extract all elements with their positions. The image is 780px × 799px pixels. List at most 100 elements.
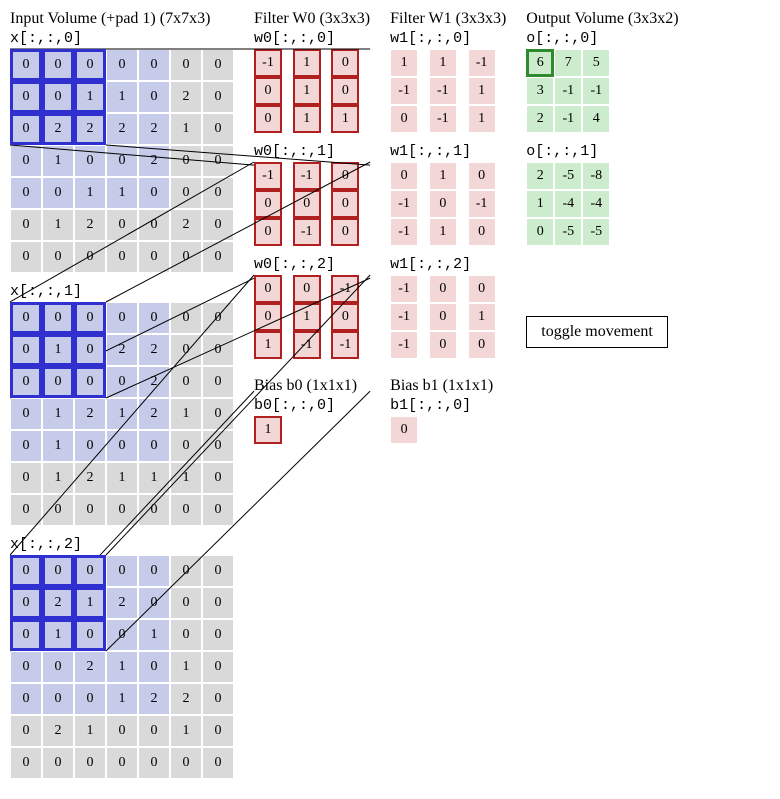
cell: -1: [390, 331, 418, 359]
cell: 0: [202, 462, 234, 494]
cell: 0: [10, 366, 42, 398]
cell: 2: [170, 209, 202, 241]
toggle-movement-button[interactable]: toggle movement: [526, 316, 668, 348]
cell: 0: [468, 331, 496, 359]
cell: 0: [74, 494, 106, 526]
cell: 0: [10, 651, 42, 683]
b1-title: Bias b1 (1x1x1): [390, 377, 506, 395]
cell: 0: [202, 747, 234, 779]
cell: 0: [429, 275, 457, 303]
cell: 1: [106, 683, 138, 715]
cell: 1: [170, 462, 202, 494]
out-title: Output Volume (3x3x2): [526, 10, 678, 28]
label-b1: b1[:,:,0]: [390, 397, 506, 414]
cell: 0: [138, 651, 170, 683]
cell: 0: [331, 190, 359, 218]
cell: 2: [42, 587, 74, 619]
cell: -1: [468, 190, 496, 218]
bias-b1-grid: 0: [390, 416, 506, 444]
cell: 0: [106, 145, 138, 177]
cell: 0: [293, 275, 321, 303]
cell: 0: [170, 366, 202, 398]
cell: 2: [526, 162, 554, 190]
cell: 2: [74, 398, 106, 430]
cell: 0: [138, 177, 170, 209]
w1-grid-2: -100-101-100: [390, 275, 506, 359]
cell: 0: [202, 398, 234, 430]
cell: 0: [254, 218, 282, 246]
cell: 0: [254, 77, 282, 105]
cell: 0: [202, 241, 234, 273]
bias-b0-grid: 1: [254, 416, 370, 444]
cell: -1: [390, 190, 418, 218]
cell: -1: [254, 49, 282, 77]
cell: 0: [170, 241, 202, 273]
cell: 2: [74, 209, 106, 241]
cell: 1: [293, 303, 321, 331]
cell: 2: [138, 398, 170, 430]
cell: 0: [202, 651, 234, 683]
cell: -1: [429, 105, 457, 133]
cell: 0: [10, 555, 42, 587]
cell: 0: [10, 715, 42, 747]
w1-grid-1: 010-10-1-110: [390, 162, 506, 246]
cell: 0: [42, 494, 74, 526]
cell: 0: [10, 334, 42, 366]
cell: -8: [582, 162, 610, 190]
cell: 7: [554, 49, 582, 77]
cell: 0: [106, 366, 138, 398]
cell: 1: [293, 49, 321, 77]
cell: 0: [10, 49, 42, 81]
cell: 0: [138, 302, 170, 334]
cell: 0: [106, 302, 138, 334]
cell: -1: [429, 77, 457, 105]
cell: 0: [202, 619, 234, 651]
cell: 0: [331, 162, 359, 190]
cell: 0: [202, 145, 234, 177]
label-w01: w0[:,:,1]: [254, 143, 370, 160]
cell: 0: [202, 209, 234, 241]
cell: -5: [582, 218, 610, 246]
cell: 0: [42, 366, 74, 398]
cell: 0: [42, 747, 74, 779]
cell: 2: [138, 334, 170, 366]
cell: 5: [582, 49, 610, 77]
cell: 1: [170, 398, 202, 430]
w1-title: Filter W1 (3x3x3): [390, 10, 506, 28]
label-x1: x[:,:,1]: [10, 283, 234, 300]
w0-title: Filter W0 (3x3x3): [254, 10, 370, 28]
cell: 0: [10, 747, 42, 779]
cell: 0: [390, 162, 418, 190]
cell: 0: [202, 113, 234, 145]
cell: 2: [106, 334, 138, 366]
cell: 2: [526, 105, 554, 133]
cell: 0: [170, 430, 202, 462]
cell: 0: [202, 49, 234, 81]
cell: 1: [74, 715, 106, 747]
cell: 0: [106, 209, 138, 241]
label-o1: o[:,:,1]: [526, 143, 598, 160]
cell: 1: [106, 81, 138, 113]
cell: 1: [74, 587, 106, 619]
cell: 1: [42, 430, 74, 462]
label-b0: b0[:,:,0]: [254, 397, 370, 414]
cell: -1: [582, 77, 610, 105]
cell: 0: [74, 555, 106, 587]
cell: 0: [202, 302, 234, 334]
label-w00: w0[:,:,0]: [254, 30, 370, 47]
cell: 2: [138, 113, 170, 145]
cell: 0: [106, 619, 138, 651]
cell: 0: [10, 177, 42, 209]
cell: 1: [106, 398, 138, 430]
cell: 0: [468, 275, 496, 303]
input-grid-x0: 0000000001102002222100100200001100001200…: [10, 49, 234, 273]
cell: 1: [42, 619, 74, 651]
cell: 0: [390, 416, 418, 444]
label-x0: x[:,:,0]: [10, 30, 234, 47]
cell: 1: [138, 619, 170, 651]
cell: 0: [170, 494, 202, 526]
cell: 1: [526, 190, 554, 218]
cell: 0: [138, 49, 170, 81]
w0-grid-2: 00-10101-1-1: [254, 275, 370, 359]
cell: 1: [42, 334, 74, 366]
